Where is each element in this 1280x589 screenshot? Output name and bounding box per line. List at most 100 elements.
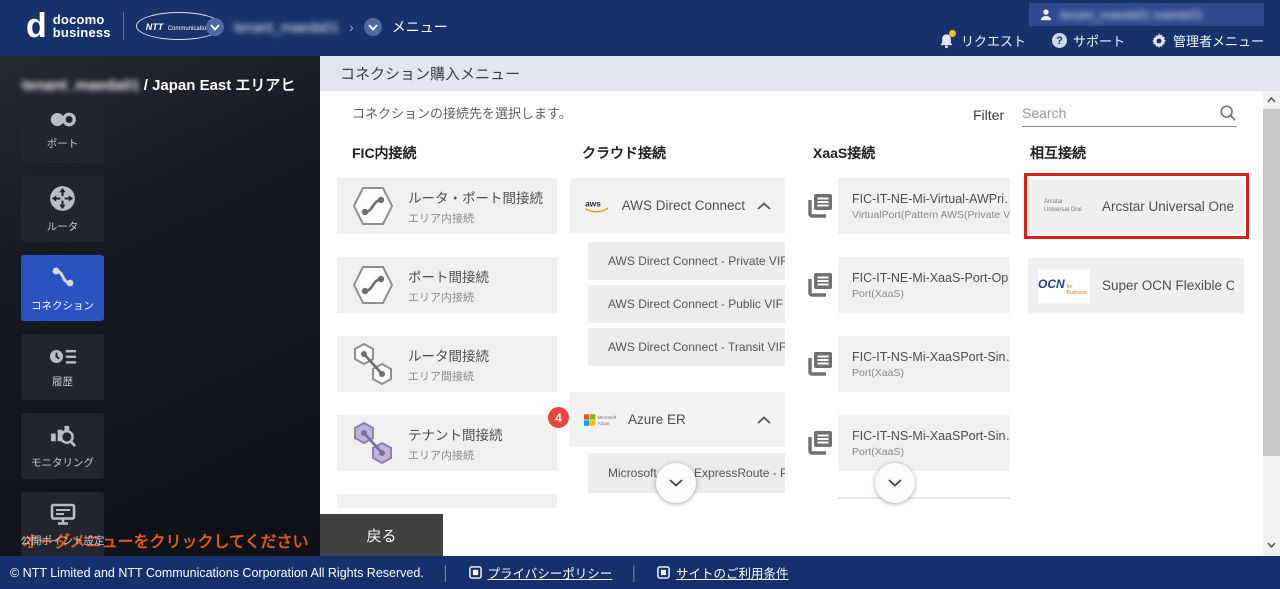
scroll-up-arrow[interactable] [1263, 92, 1280, 108]
card-router-connection[interactable]: ルータ間接続 エリア間接続 [337, 336, 557, 392]
logo-line2: business [52, 25, 111, 40]
column-header-inter: 相互接続 [1030, 145, 1086, 161]
card-xaas-port-sin-2[interactable]: FIC-IT-NS-Mi-XaaSPort-Sin… Port(XaaS) [838, 415, 1010, 471]
document-icon [657, 566, 670, 579]
card-aws-private-vif[interactable]: AWS Direct Connect - Private VIF [588, 242, 785, 280]
azure-logo: MicrosoftAzure [584, 413, 616, 425]
search-box [1022, 100, 1237, 127]
group-label: AWS Direct Connect [621, 198, 745, 213]
user-chip[interactable]: tenant_maeda01 mainte01 [1029, 3, 1264, 26]
privacy-policy-link[interactable]: プライバシーポリシー [468, 563, 613, 582]
user-name-redacted: tenant_maeda01 mainte01 [1060, 7, 1203, 22]
monitoring-icon [50, 425, 76, 447]
card-aws-direct-connect[interactable]: aws AWS Direct Connect [570, 178, 785, 233]
card-port-connection[interactable]: ポート間接続 エリア内接続 [337, 257, 557, 313]
svg-text:Microsoft: Microsoft [598, 415, 616, 420]
vertical-scrollbar[interactable] [1263, 91, 1280, 556]
sidebar-title-suffix: / Japan East エリアヒ [139, 77, 296, 94]
breadcrumb-menu[interactable]: メニュー [392, 17, 448, 37]
sidebar-title: tenant_maeda01 / Japan East エリアヒ [22, 74, 295, 95]
sidebar-item-connection[interactable]: コネクション [21, 255, 104, 321]
port-icon [50, 112, 76, 126]
layers-icon [808, 431, 832, 455]
footer: © NTT Limited and NTT Communications Cor… [0, 556, 1280, 589]
docomo-d-icon: d [26, 7, 47, 45]
card-router-port-connection[interactable]: ルータ・ポート間接続 エリア内接続 [337, 178, 557, 234]
card-title: FIC-IT-NE-Mi-Virtual-AWPri… [852, 191, 1010, 206]
annotation-step-badge: 4 [548, 407, 569, 428]
double-hexagon-purple-icon [354, 421, 392, 465]
sidebar-item-public-point[interactable]: 公開ポイント設定 [21, 492, 105, 556]
card-title: ポート間接続 [408, 269, 489, 285]
card-xaas-port-op[interactable]: FIC-IT-NE-Mi-XaaS-Port-Op… Port(XaaS) [838, 257, 1010, 313]
arcstar-logo: Arcstar Universal One [1044, 199, 1083, 213]
layers-icon [808, 273, 832, 297]
gear-icon [1151, 32, 1167, 48]
card-xaas-port-sin-1[interactable]: FIC-IT-NS-Mi-XaaSPort-Sin… Port(XaaS) [838, 336, 1010, 392]
card-subtitle: エリア内接続 [408, 212, 474, 225]
nav-admin-menu[interactable]: 管理者メニュー [1151, 31, 1264, 50]
sidebar-item-port[interactable]: ポート [21, 97, 104, 163]
logo-divider [122, 12, 124, 40]
menu-chevron-icon[interactable] [363, 18, 382, 36]
card-super-ocn-flexible[interactable]: OCNfor Business Super OCN Flexible Con… [1028, 258, 1244, 313]
chevron-up-icon[interactable] [757, 415, 771, 424]
card-title: Arcstar Universal One L3 [1102, 199, 1234, 214]
svg-text:Azure: Azure [598, 420, 610, 425]
card-subtitle: Port(XaaS) [852, 287, 904, 300]
sidebar-item-label: コネクション [31, 300, 94, 312]
cloud-scroll-down-button[interactable] [656, 463, 696, 503]
breadcrumb-tenant-redacted[interactable]: tenant_maeda01 [234, 19, 339, 35]
card-azure-er[interactable]: Microsoft Azure Azure ER [570, 392, 785, 447]
card-partially-scrolled[interactable] [337, 494, 557, 508]
search-icon[interactable] [1219, 104, 1237, 122]
search-input[interactable] [1022, 105, 1219, 121]
chevron-up-icon[interactable] [757, 201, 771, 210]
app-window: d docomo business NTT Communications ten… [0, 0, 1280, 589]
sidebar-item-label: モニタリング [31, 457, 94, 469]
nav-request[interactable]: リクエスト [939, 30, 1026, 50]
privacy-policy-label: プライバシーポリシー [487, 567, 613, 581]
card-tenant-connection[interactable]: テナント間接続 エリア内接続 [337, 415, 557, 471]
panel-header: コネクション購入メニュー [320, 56, 1280, 91]
card-arcstar-universal-one-l3[interactable]: Arcstar Universal One Arcstar Universal O… [1028, 179, 1244, 234]
panel-title: コネクション購入メニュー [340, 66, 521, 83]
tenant-chevron-icon[interactable] [206, 18, 224, 36]
nav-support[interactable]: ? サポート [1051, 31, 1125, 50]
top-bar: d docomo business NTT Communications ten… [0, 0, 1280, 56]
card-xaas-virtual-awpri[interactable]: FIC-IT-NE-Mi-Virtual-AWPri… VirtualPort(P… [838, 178, 1010, 234]
column-header-cloud: クラウド接続 [582, 145, 666, 161]
card-subtitle: エリア内接続 [408, 449, 474, 462]
sidebar-item-history[interactable]: 履歴 [21, 334, 104, 400]
aws-logo: aws [585, 198, 609, 212]
copyright-text: © NTT Limited and NTT Communications Cor… [10, 565, 424, 580]
document-icon [468, 566, 482, 579]
ntt-logo-bold: NTT [145, 22, 164, 32]
double-hexagon-icon [354, 342, 392, 386]
nav-request-label: リクエスト [960, 34, 1026, 49]
scroll-down-arrow[interactable] [1263, 537, 1280, 553]
card-subtitle: Port(XaaS) [852, 445, 904, 458]
notification-dot [948, 30, 956, 37]
card-title: FIC-IT-NE-Mi-XaaS-Port-Op… [852, 270, 1010, 285]
back-button[interactable]: 戻る [320, 514, 443, 556]
xaas-scroll-down-button[interactable] [875, 463, 915, 503]
card-aws-transit-vif[interactable]: AWS Direct Connect - Transit VIF [588, 328, 785, 366]
connection-icon [52, 267, 73, 287]
connection-purchase-panel: コネクション購入メニュー コネクションの接続先を選択します。 Filter FI… [320, 56, 1280, 556]
card-aws-public-vif[interactable]: AWS Direct Connect - Public VIF [588, 285, 785, 323]
scrollbar-thumb[interactable] [1263, 109, 1280, 456]
card-title: ルータ・ポート間接続 [408, 190, 543, 206]
sidebar-item-monitoring[interactable]: モニタリング [21, 413, 104, 479]
card-subtitle: エリア内接続 [408, 291, 474, 304]
footer-divider: │ [441, 564, 451, 581]
docomo-business-logo: d docomo business NTT Communications [26, 7, 223, 45]
terms-link[interactable]: サイトのご利用条件 [657, 563, 789, 582]
top-nav: リクエスト ? サポート 管理者メニュー [939, 30, 1264, 50]
hexagon-link-icon [352, 187, 394, 225]
card-subtitle: エリア間接続 [408, 370, 474, 383]
breadcrumb: tenant_maeda01 › メニュー [206, 17, 448, 37]
history-icon [49, 349, 76, 364]
sidebar-tenant-redacted: tenant_maeda01 [22, 77, 140, 94]
sidebar-item-router[interactable]: ルータ [21, 176, 104, 242]
